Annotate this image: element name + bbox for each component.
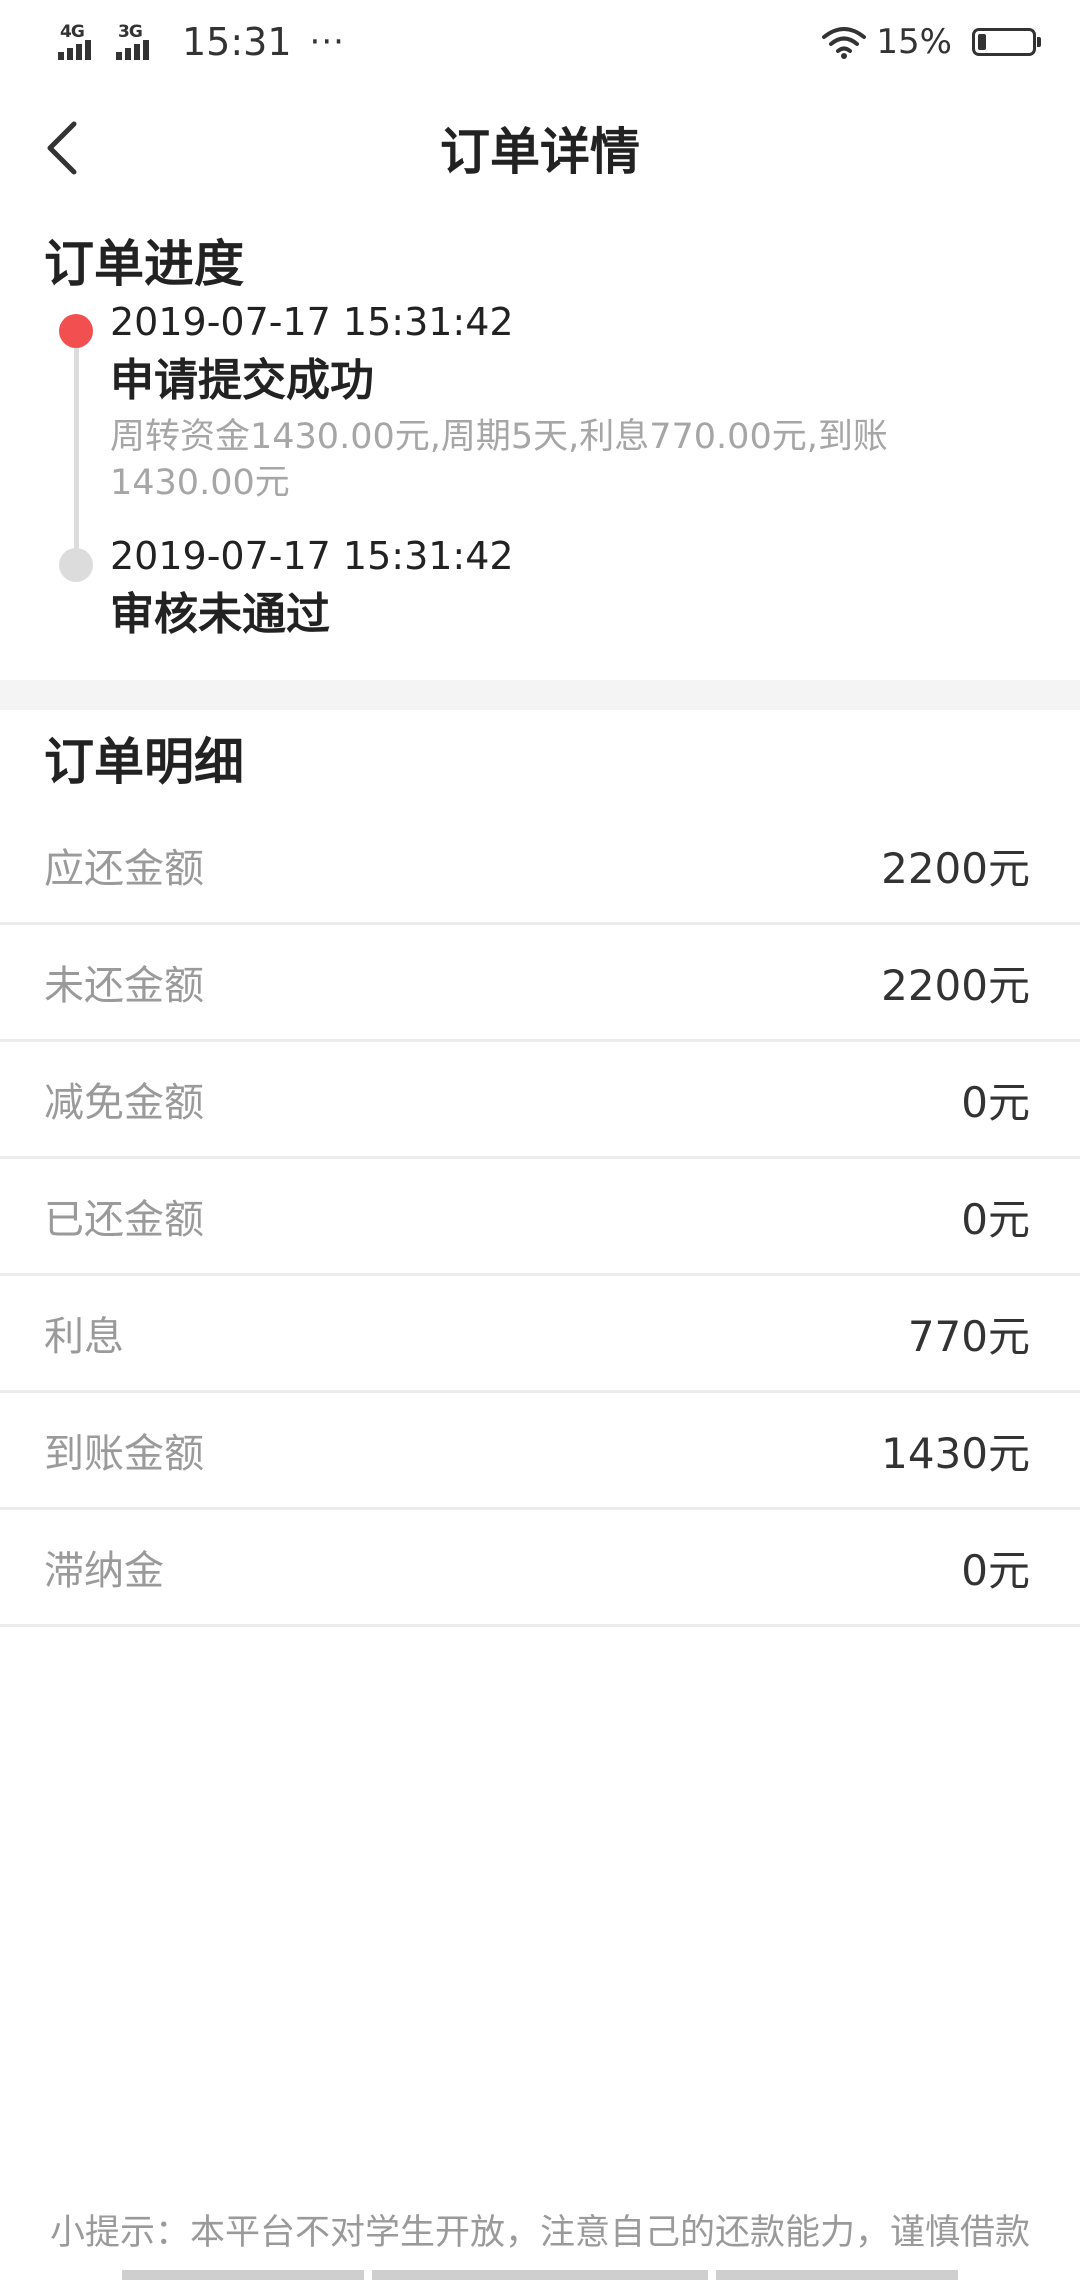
wifi-icon <box>822 25 867 59</box>
detail-label: 已还金额 <box>44 1197 204 1243</box>
bottom-tab-bar <box>0 2270 1080 2280</box>
detail-label: 到账金额 <box>44 1431 204 1477</box>
detail-value: 2200元 <box>881 843 1030 893</box>
detail-value: 0元 <box>961 1545 1030 1595</box>
page-title: 订单详情 <box>440 123 640 181</box>
battery-icon <box>972 28 1041 56</box>
detail-list: 应还金额 2200元 未还金额 2200元 减免金额 0元 已还金额 0元 利息… <box>0 808 1080 1627</box>
header: 订单详情 <box>0 84 1080 208</box>
detail-label: 利息 <box>44 1314 124 1360</box>
detail-row: 减免金额 0元 <box>0 1042 1080 1159</box>
bottom-tab[interactable] <box>122 2270 364 2280</box>
order-progress-section: 订单进度 2019-07-17 15:31:42 申请提交成功 周转资金1430… <box>0 208 1080 680</box>
timeline-dot-active <box>59 314 93 348</box>
status-bar: 4G 3G 15:31 ··· 15% <box>0 0 1080 84</box>
status-left: 4G 3G 15:31 ··· <box>58 20 345 64</box>
detail-value: 0元 <box>961 1194 1030 1244</box>
order-progress-title: 订单进度 <box>44 235 244 293</box>
timeline-dot-inactive <box>59 548 93 582</box>
bottom-tab[interactable] <box>716 2270 958 2280</box>
more-notifications-icon: ··· <box>309 22 345 62</box>
detail-value: 2200元 <box>881 960 1030 1010</box>
section-divider <box>0 680 1080 710</box>
detail-value: 770元 <box>907 1311 1030 1361</box>
status-time: 15:31 <box>182 20 292 64</box>
detail-label: 应还金额 <box>44 846 204 892</box>
detail-label: 滞纳金 <box>44 1548 164 1594</box>
detail-row: 未还金额 2200元 <box>0 925 1080 1042</box>
timeline-time: 2019-07-17 15:31:42 <box>110 300 514 344</box>
timeline-description: 周转资金1430.00元,周期5天,利息770.00元,到账1430.00元 <box>110 417 888 503</box>
signal-3g-icon: 3G <box>116 22 162 62</box>
detail-row: 滞纳金 0元 <box>0 1510 1080 1627</box>
detail-value: 1430元 <box>881 1428 1030 1478</box>
detail-value: 0元 <box>961 1077 1030 1127</box>
detail-row: 应还金额 2200元 <box>0 808 1080 925</box>
timeline-title: 申请提交成功 <box>110 355 374 406</box>
footer-tip: 小提示：本平台不对学生开放，注意自己的还款能力，谨慎借款 <box>49 2213 1030 2253</box>
timeline-item: 2019-07-17 15:31:42 审核未通过 <box>110 532 980 644</box>
timeline-title: 审核未通过 <box>110 589 330 640</box>
detail-row: 已还金额 0元 <box>0 1159 1080 1276</box>
detail-row: 利息 770元 <box>0 1276 1080 1393</box>
signal-4g-icon: 4G <box>58 22 104 62</box>
battery-fill <box>978 34 986 50</box>
status-right: 15% <box>822 22 1041 62</box>
detail-row: 到账金额 1430元 <box>0 1393 1080 1510</box>
network-type-label: 3G <box>118 22 143 42</box>
detail-label: 减免金额 <box>44 1080 204 1126</box>
timeline-line <box>74 332 79 568</box>
timeline-item: 2019-07-17 15:31:42 申请提交成功 周转资金1430.00元,… <box>110 298 980 506</box>
network-type-label: 4G <box>60 22 85 42</box>
bottom-tab[interactable] <box>372 2270 708 2280</box>
order-details-title: 订单明细 <box>44 733 244 791</box>
timeline-time: 2019-07-17 15:31:42 <box>110 534 514 578</box>
detail-label: 未还金额 <box>44 963 204 1009</box>
battery-percent: 15% <box>876 22 952 62</box>
